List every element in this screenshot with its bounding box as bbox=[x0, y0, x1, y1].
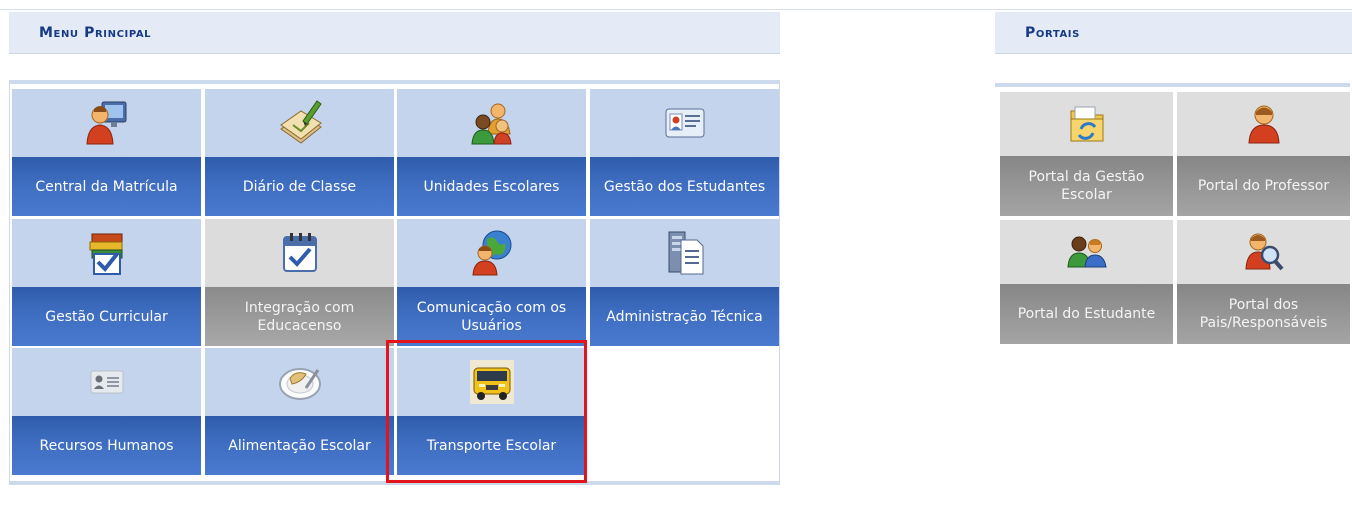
server-document-icon bbox=[590, 219, 779, 287]
tile-label: Integração com Educacenso bbox=[205, 287, 394, 346]
tile-integracao-com-educacenso[interactable]: Integração com Educacenso bbox=[205, 219, 394, 346]
tile-administracao-tecnica[interactable]: Administração Técnica bbox=[590, 219, 779, 346]
tile-label: Diário de Classe bbox=[205, 157, 394, 216]
tile-transporte-escolar[interactable]: Transporte Escolar bbox=[397, 348, 586, 475]
tile-central-da-matricula[interactable]: Central da Matrícula bbox=[12, 89, 201, 216]
tile-label: Administração Técnica bbox=[590, 287, 779, 346]
tile-recursos-humanos[interactable]: Recursos Humanos bbox=[12, 348, 201, 475]
tile-diario-de-classe[interactable]: Diário de Classe bbox=[205, 89, 394, 216]
school-bus-icon bbox=[397, 348, 586, 416]
id-badge-icon bbox=[12, 348, 201, 416]
food-plate-icon bbox=[205, 348, 394, 416]
tile-portal-do-professor[interactable]: Portal do Professor bbox=[1177, 92, 1350, 216]
tile-label: Gestão dos Estudantes bbox=[590, 157, 779, 216]
tile-label: Comunicação com os Usuários bbox=[397, 287, 586, 346]
menu-principal-title: Menu Principal bbox=[39, 24, 152, 41]
tile-label: Portal da Gestão Escolar bbox=[1000, 156, 1173, 216]
user-computer-icon bbox=[12, 89, 201, 157]
tile-gestao-dos-estudantes[interactable]: Gestão dos Estudantes bbox=[590, 89, 779, 216]
menu-principal-header: Menu Principal bbox=[9, 12, 780, 54]
top-divider bbox=[0, 9, 1352, 10]
user-magnifier-icon bbox=[1177, 220, 1350, 284]
portais-header: Portais bbox=[995, 12, 1352, 54]
tile-portal-da-gestao-escolar[interactable]: Portal da Gestão Escolar bbox=[1000, 92, 1173, 216]
user-globe-icon bbox=[397, 219, 586, 287]
teacher-icon bbox=[1177, 92, 1350, 156]
tile-alimentacao-escolar[interactable]: Alimentação Escolar bbox=[205, 348, 394, 475]
books-check-icon bbox=[12, 219, 201, 287]
tile-label: Recursos Humanos bbox=[12, 416, 201, 475]
tile-label: Gestão Curricular bbox=[12, 287, 201, 346]
folder-refresh-icon bbox=[1000, 92, 1173, 156]
calendar-check-icon bbox=[205, 219, 394, 287]
portais-panel bbox=[995, 83, 1350, 89]
tile-gestao-curricular[interactable]: Gestão Curricular bbox=[12, 219, 201, 346]
tile-label: Portal dos Pais/Responsáveis bbox=[1177, 284, 1350, 344]
tile-label: Portal do Estudante bbox=[1000, 284, 1173, 344]
notebook-pencil-icon bbox=[205, 89, 394, 157]
tile-label: Portal do Professor bbox=[1177, 156, 1350, 216]
tile-label: Alimentação Escolar bbox=[205, 416, 394, 475]
students-icon bbox=[1000, 220, 1173, 284]
tile-label: Central da Matrícula bbox=[12, 157, 201, 216]
group-users-icon bbox=[397, 89, 586, 157]
tile-comunicacao-com-os-usuarios[interactable]: Comunicação com os Usuários bbox=[397, 219, 586, 346]
tile-label: Transporte Escolar bbox=[397, 416, 586, 475]
tile-portal-dos-pais-responsaveis[interactable]: Portal dos Pais/Responsáveis bbox=[1177, 220, 1350, 344]
id-card-icon bbox=[590, 89, 779, 157]
tile-portal-do-estudante[interactable]: Portal do Estudante bbox=[1000, 220, 1173, 344]
tile-unidades-escolares[interactable]: Unidades Escolares bbox=[397, 89, 586, 216]
tile-label: Unidades Escolares bbox=[397, 157, 586, 216]
portais-title: Portais bbox=[1025, 24, 1080, 41]
